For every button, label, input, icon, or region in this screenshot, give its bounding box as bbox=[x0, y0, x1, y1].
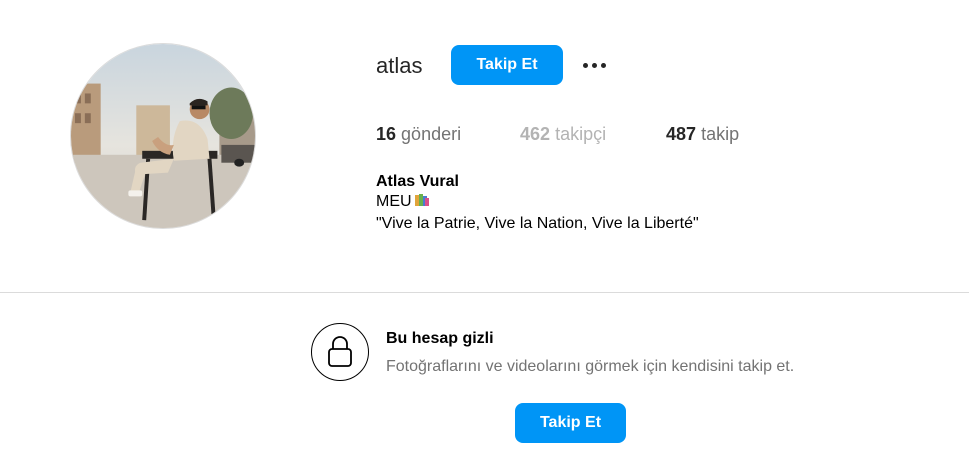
lock-icon bbox=[328, 336, 352, 367]
more-options-button[interactable] bbox=[578, 54, 610, 76]
profile-photo bbox=[71, 44, 255, 228]
posts-count: 16 bbox=[376, 124, 397, 144]
profile-full-name: Atlas Vural bbox=[376, 173, 459, 190]
more-dot bbox=[600, 62, 606, 68]
section-divider bbox=[0, 292, 969, 293]
private-account-badge bbox=[311, 323, 369, 381]
followers-label: takipçi bbox=[555, 124, 607, 144]
following-count: 487 bbox=[666, 124, 697, 144]
following-stat[interactable]: 487 takip bbox=[666, 123, 739, 145]
followers-stat[interactable]: 462 takipçi bbox=[520, 123, 606, 145]
profile-avatar[interactable] bbox=[70, 43, 256, 229]
profile-username: atlas bbox=[376, 53, 423, 78]
books-emoji-icon bbox=[414, 192, 430, 214]
bio-text-1: MEU bbox=[376, 193, 412, 210]
bio-line-2: "Vive la Patrie, Vive la Nation, Vive la… bbox=[376, 215, 699, 232]
bio-line-1: MEU bbox=[376, 192, 699, 214]
follow-button-private[interactable]: Takip Et bbox=[515, 403, 626, 443]
posts-stat: 16 gönderi bbox=[376, 123, 461, 145]
private-account-description: Fotoğraflarını ve videolarını görmek içi… bbox=[386, 358, 795, 375]
follow-button[interactable]: Takip Et bbox=[451, 45, 563, 85]
posts-label: gönderi bbox=[401, 124, 462, 144]
followers-count: 462 bbox=[520, 124, 551, 144]
more-dot bbox=[591, 62, 597, 68]
profile-bio: Atlas Vural MEU "Vive la Patrie, Vive la… bbox=[376, 172, 699, 234]
more-horizontal-icon bbox=[582, 62, 588, 68]
private-account-title: Bu hesap gizli bbox=[386, 330, 494, 347]
following-label: takip bbox=[701, 124, 740, 144]
